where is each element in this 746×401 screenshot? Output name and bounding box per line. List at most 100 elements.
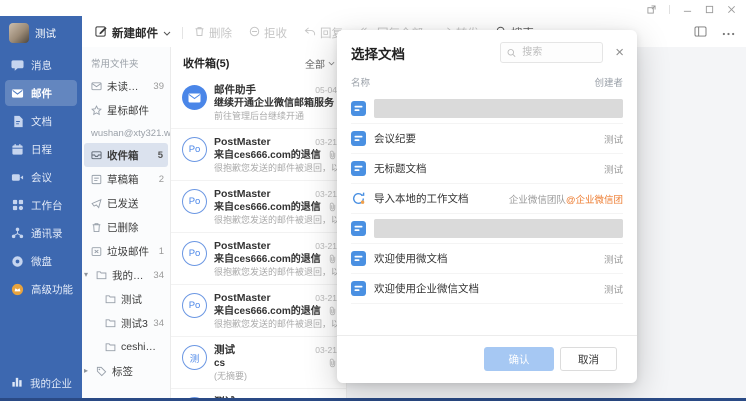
column-header-creator: 创建者: [594, 75, 623, 89]
account-header: wushan@xty321.w...: [82, 122, 170, 143]
delete-button[interactable]: 删除: [194, 25, 232, 41]
mail-item[interactable]: 测 测试03-21 cs (无摘要): [171, 337, 346, 389]
document-row[interactable]: 无标题文档 测试: [351, 154, 623, 184]
folder-inbox[interactable]: 收件箱 5: [84, 143, 168, 167]
sidebar: 测试 消息 邮件 文档 日程 会议: [0, 16, 82, 398]
premium-icon: [11, 283, 24, 296]
reject-button[interactable]: 拒收: [249, 25, 287, 41]
envelope-icon: [188, 93, 201, 103]
sidebar-item-my-company[interactable]: 我的企业: [0, 368, 82, 398]
sidebar-item-mail[interactable]: 邮件: [5, 80, 77, 106]
sidebar-item-contacts[interactable]: 通讯录: [5, 220, 77, 246]
redacted-doc-name: [374, 219, 623, 238]
document-search-input[interactable]: [520, 46, 596, 59]
folder-my-folders[interactable]: ▾ 我的文件夹 34: [82, 263, 170, 287]
sender-avatar: Po: [182, 189, 207, 214]
column-header-name: 名称: [351, 75, 370, 89]
more-options-icon[interactable]: [722, 27, 735, 39]
meeting-icon: [11, 171, 24, 184]
sidebar-item-workbench[interactable]: 工作台: [5, 192, 77, 218]
doc-icon: [351, 101, 366, 116]
redacted-doc-name: [374, 99, 623, 118]
folder-panel: 常用文件夹 未读邮件 39 星标邮件 wushan@xty321.w...: [82, 47, 171, 398]
send-icon: [91, 198, 102, 209]
company-icon: [11, 376, 23, 391]
folder-icon: [96, 270, 107, 280]
folder-tags[interactable]: ▸ 标签: [82, 359, 170, 383]
document-row[interactable]: [351, 214, 623, 244]
layout-panel-icon[interactable]: [694, 26, 707, 40]
toolbar-separator: [182, 27, 183, 39]
mail-filter-dropdown[interactable]: 全部: [305, 56, 335, 71]
document-search-box[interactable]: [500, 42, 603, 63]
mail-item[interactable]: Po PostMaster03-21 来自ces666.com的退信 很抱歉您发…: [171, 285, 346, 337]
popout-icon[interactable]: [647, 5, 656, 14]
calendar-icon: [11, 143, 24, 156]
close-icon[interactable]: ×: [615, 45, 624, 60]
maximize-icon[interactable]: [705, 5, 714, 14]
folder-drafts[interactable]: 草稿箱 2: [82, 167, 170, 191]
sender-avatar: 测: [182, 345, 207, 370]
doc-icon: [351, 131, 366, 146]
document-row[interactable]: 会议纪要 测试: [351, 124, 623, 154]
document-row[interactable]: 欢迎使用企业微信文档 测试: [351, 274, 623, 304]
folder-ceshishanch[interactable]: ceshishanch...: [82, 335, 170, 359]
attachment-icon: [328, 305, 337, 318]
folder-starred[interactable]: 星标邮件: [82, 98, 170, 122]
trash-icon: [91, 222, 102, 233]
compose-icon: [95, 25, 107, 40]
sidebar-item-messages[interactable]: 消息: [5, 52, 77, 78]
cancel-button[interactable]: 取消: [560, 347, 617, 371]
unread-mail-icon: [91, 81, 102, 91]
modal-title: 选择文档: [351, 43, 405, 63]
sidebar-item-docs[interactable]: 文档: [5, 108, 77, 134]
caret-down-icon[interactable]: ▾: [84, 271, 91, 279]
import-doc-icon: [351, 191, 366, 206]
mail-item[interactable]: Po PostMaster03-21 来自ces666.com的退信 很抱歉您发…: [171, 233, 346, 285]
drive-icon: [11, 255, 24, 268]
sender-avatar: Po: [182, 241, 207, 266]
block-icon: [249, 26, 260, 40]
mail-list-title: 收件箱(5): [183, 55, 229, 71]
mail-item[interactable]: 测 测试03-21 cs 测试: [171, 389, 346, 398]
mail-item[interactable]: 邮件助手05-04 继续开通企业微信邮箱服务 前往管理后台继续开通: [171, 77, 346, 129]
doc-icon: [351, 281, 366, 296]
sidebar-item-calendar[interactable]: 日程: [5, 136, 77, 162]
folder-icon: [105, 294, 116, 304]
folder-unread[interactable]: 未读邮件 39: [82, 74, 170, 98]
user-name: 测试: [35, 26, 56, 41]
user-profile[interactable]: 测试: [0, 16, 82, 51]
attachment-icon: [328, 201, 337, 214]
creator-org-link[interactable]: @企业微信团: [566, 195, 623, 206]
folder-test[interactable]: 测试: [82, 287, 170, 311]
folder-sent[interactable]: 已发送: [82, 191, 170, 215]
document-row[interactable]: [351, 94, 623, 124]
folder-test3[interactable]: 测试3 34: [82, 311, 170, 335]
caret-right-icon[interactable]: ▸: [84, 367, 91, 375]
sidebar-item-meeting[interactable]: 会议: [5, 164, 77, 190]
mail-item[interactable]: Po PostMaster03-21 来自ces666.com的退信 很抱歉您发…: [171, 129, 346, 181]
contacts-icon: [11, 227, 24, 239]
folder-section-header: 常用文件夹: [82, 50, 170, 74]
folder-deleted[interactable]: 已删除: [82, 215, 170, 239]
mail-list-panel: 收件箱(5) 全部 邮件助手05-04 继续开通企业微信邮箱服务: [171, 47, 347, 398]
mail-item[interactable]: Po PostMaster03-21 来自ces666.com的退信 很抱歉您发…: [171, 181, 346, 233]
minimize-icon[interactable]: [683, 5, 692, 14]
document-icon: [11, 115, 24, 128]
sender-avatar: Po: [182, 293, 207, 318]
sidebar-item-drive[interactable]: 微盘: [5, 248, 77, 274]
doc-icon: [351, 221, 366, 236]
compose-button[interactable]: 新建邮件: [95, 25, 171, 41]
confirm-button[interactable]: 确认: [484, 347, 554, 371]
sidebar-item-premium[interactable]: 高级功能: [5, 276, 77, 302]
doc-icon: [351, 161, 366, 176]
reply-icon: [304, 26, 316, 40]
folder-junk[interactable]: 垃圾邮件 1: [82, 239, 170, 263]
sender-avatar: Po: [182, 137, 207, 162]
workbench-icon: [11, 199, 24, 211]
document-row[interactable]: 欢迎使用微文档 测试: [351, 244, 623, 274]
close-window-icon[interactable]: [727, 5, 736, 14]
chevron-down-icon: [163, 27, 171, 39]
draft-icon: [91, 174, 102, 185]
document-row[interactable]: 导入本地的工作文档 企业微信团队@企业微信团: [351, 184, 623, 214]
